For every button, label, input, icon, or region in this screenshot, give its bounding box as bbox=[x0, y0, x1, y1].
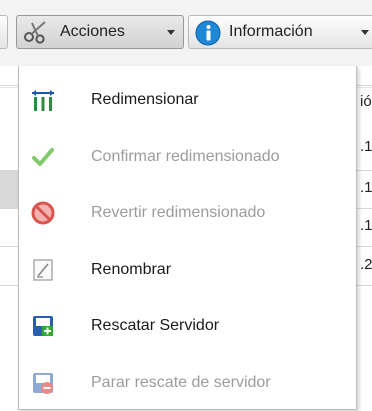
toolbar-left-button[interactable] bbox=[0, 15, 8, 49]
menu-item-label: Renombrar bbox=[91, 261, 172, 278]
toolbar: Acciones Información bbox=[0, 0, 372, 66]
rename-icon bbox=[31, 258, 55, 282]
menu-item-confirmar-redimensionado[interactable]: Confirmar redimensionado bbox=[19, 129, 356, 185]
menu-item-label: Rescatar Servidor bbox=[91, 317, 220, 334]
menu-item-label: Parar rescate de servidor bbox=[91, 374, 271, 391]
acciones-label: Acciones bbox=[60, 23, 125, 40]
menu-item-renombrar[interactable]: Renombrar bbox=[19, 242, 356, 298]
menu-item-parar-rescate[interactable]: Parar rescate de servidor bbox=[19, 355, 356, 411]
rescue-server-icon bbox=[31, 314, 55, 338]
grid-cell: .1 bbox=[360, 138, 372, 155]
menu-item-label: Redimensionar bbox=[91, 91, 199, 108]
grid-cell: .2 bbox=[360, 256, 372, 273]
table-row-selected[interactable] bbox=[0, 171, 20, 208]
checkmark-icon bbox=[31, 145, 55, 169]
menu-item-label: Confirmar redimensionado bbox=[91, 148, 280, 165]
chevron-down-icon bbox=[167, 30, 175, 35]
grid-cell: .1 bbox=[360, 217, 372, 234]
stop-rescue-icon bbox=[31, 371, 55, 395]
info-icon bbox=[195, 20, 221, 46]
resize-icon bbox=[31, 88, 55, 112]
no-entry-icon bbox=[31, 201, 55, 225]
grid-cell: .1 bbox=[360, 179, 372, 196]
chevron-down-icon bbox=[361, 30, 369, 35]
menu-item-label: Revertir redimensionado bbox=[91, 204, 266, 221]
grid-cell: ió bbox=[360, 93, 372, 110]
acciones-dropdown-button[interactable]: Acciones bbox=[16, 15, 184, 49]
scissors-icon bbox=[23, 20, 49, 44]
informacion-dropdown-button[interactable]: Información bbox=[188, 15, 372, 49]
menu-item-rescatar-servidor[interactable]: Rescatar Servidor bbox=[19, 298, 356, 354]
informacion-label: Información bbox=[229, 23, 313, 40]
menu-item-redimensionar[interactable]: Redimensionar bbox=[19, 72, 356, 128]
menu-item-revertir-redimensionado[interactable]: Revertir redimensionado bbox=[19, 185, 356, 241]
acciones-menu: Redimensionar Confirmar redimensionado R… bbox=[18, 66, 357, 410]
